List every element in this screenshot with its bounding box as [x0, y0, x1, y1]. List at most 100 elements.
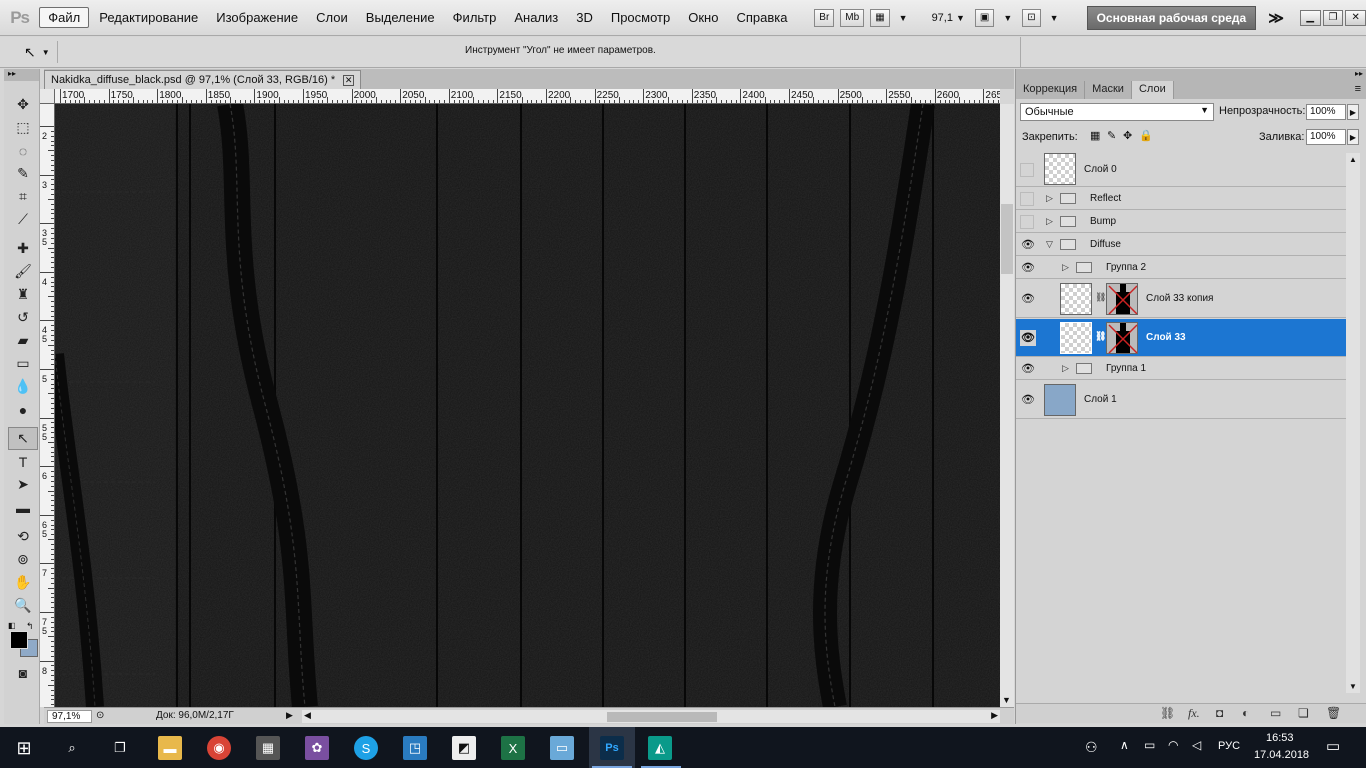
layer-group-row[interactable]: 👁 ▷ Группа 1: [1016, 358, 1346, 380]
close-icon[interactable]: ✕: [1345, 9, 1366, 26]
layer-row-selected[interactable]: 👁 ⛓ Слой 33: [1016, 319, 1346, 357]
task-view-icon[interactable]: ❐: [108, 736, 132, 760]
chevron-right-icon[interactable]: ▶: [1347, 129, 1359, 145]
crop-tool-icon[interactable]: ⌗: [8, 185, 38, 208]
eyedropper-icon[interactable]: ⟋: [8, 208, 38, 231]
eraser-icon[interactable]: ▰: [8, 329, 38, 352]
mini-bridge-button[interactable]: Mb: [840, 8, 865, 27]
lasso-tool-icon[interactable]: ◌: [8, 139, 38, 162]
zoom-level[interactable]: 97,1: [932, 12, 953, 24]
zoom-field[interactable]: 97,1%: [47, 710, 92, 723]
clock-date[interactable]: 17.04.2018: [1254, 749, 1309, 761]
panel-collapse[interactable]: ▸▸: [1016, 69, 1366, 81]
visibility-toggle[interactable]: [1020, 214, 1034, 229]
volume-icon[interactable]: ◁: [1192, 738, 1201, 752]
tools-panel-collapse[interactable]: ▸▸: [4, 69, 39, 81]
hand-tool-icon[interactable]: ✋: [8, 571, 38, 594]
path-selection-icon[interactable]: ➤: [8, 473, 38, 496]
layer-group-row[interactable]: 👁 ▽ Diffuse: [1016, 234, 1346, 256]
arrange-documents-icon[interactable]: ▣: [974, 8, 995, 27]
screen-mode-icon[interactable]: ⊡: [1022, 8, 1041, 27]
menu-view[interactable]: Просмотр: [603, 8, 678, 27]
eye-icon[interactable]: 👁: [1020, 260, 1036, 276]
language-indicator[interactable]: РУС: [1218, 740, 1240, 752]
chevron-right-icon[interactable]: ▷: [1062, 262, 1069, 273]
document-tab[interactable]: Nakidka_diffuse_black.psd @ 97,1% (Слой …: [44, 70, 362, 89]
chevron-right-icon[interactable]: ▶: [1347, 104, 1359, 120]
quick-mask-icon[interactable]: ◙: [8, 661, 38, 684]
menu-layers[interactable]: Слои: [308, 8, 356, 27]
close-icon[interactable]: ✕: [343, 74, 355, 86]
workspace-button[interactable]: Основная рабочая среда: [1086, 5, 1257, 30]
clone-stamp-icon[interactable]: ♜: [8, 283, 38, 306]
eye-icon[interactable]: 👁: [1020, 361, 1036, 377]
direct-selection-icon[interactable]: ↖: [8, 427, 38, 450]
mask-thumbnail[interactable]: [1106, 283, 1138, 315]
image-canvas[interactable]: [55, 104, 1000, 707]
lock-all-icon[interactable]: 🔒: [1139, 129, 1153, 142]
fill-input[interactable]: 100%: [1306, 129, 1346, 145]
chevron-down-icon[interactable]: ▼: [899, 13, 908, 23]
menu-help[interactable]: Справка: [728, 8, 795, 27]
double-chevron-icon[interactable]: ≫: [1268, 9, 1284, 27]
photos-icon[interactable]: ▭: [550, 736, 574, 760]
chevron-right-icon[interactable]: ▷: [1062, 363, 1069, 374]
notifications-icon[interactable]: ▭: [1326, 737, 1340, 755]
tab-masks[interactable]: Маски: [1085, 81, 1132, 99]
chevron-right-icon[interactable]: ▶: [286, 710, 293, 721]
new-group-icon[interactable]: ▭: [1270, 706, 1281, 720]
chevron-up-icon[interactable]: ∧: [1120, 738, 1129, 752]
gradient-tool-icon[interactable]: ▭: [8, 352, 38, 375]
default-colors-icon[interactable]: ◧: [8, 621, 16, 630]
menu-3d[interactable]: 3D: [568, 8, 601, 27]
tab-layers[interactable]: Слои: [1131, 81, 1174, 99]
trash-icon[interactable]: 🗑: [1326, 706, 1341, 720]
move-tool-icon[interactable]: ✥: [8, 93, 38, 116]
tab-adjustments[interactable]: Коррекция: [1016, 81, 1086, 99]
eye-icon[interactable]: 👁: [1020, 329, 1036, 346]
panel-menu-icon[interactable]: ≡: [1349, 81, 1366, 99]
lock-pixels-icon[interactable]: ✎: [1107, 129, 1116, 142]
scroll-thumb[interactable]: [1001, 204, 1013, 274]
chevron-down-icon[interactable]: ▼: [1003, 13, 1012, 23]
color-swatches[interactable]: ◧ ↰: [8, 621, 38, 661]
eye-icon[interactable]: 👁: [1020, 291, 1036, 307]
paint-icon[interactable]: ✿: [305, 736, 329, 760]
add-mask-icon[interactable]: ◘: [1216, 706, 1223, 720]
layer-row[interactable]: 👁 ⛓ Слой 33 копия: [1016, 280, 1346, 318]
lock-transparency-icon[interactable]: ▦: [1090, 129, 1100, 142]
3ds-max-icon[interactable]: ◭: [648, 736, 672, 760]
zoom-tool-icon[interactable]: 🔍: [8, 594, 38, 617]
visibility-toggle[interactable]: [1020, 191, 1034, 206]
chrome-icon[interactable]: ◉: [207, 736, 231, 760]
chevron-right-icon[interactable]: ▶: [991, 710, 998, 721]
battery-icon[interactable]: ▭: [1144, 738, 1155, 752]
layers-scrollbar[interactable]: ▲ ▼: [1346, 153, 1360, 693]
chevron-right-icon[interactable]: ▷: [1046, 193, 1053, 204]
layer-group-row[interactable]: ▷ Bump: [1016, 211, 1346, 233]
blur-tool-icon[interactable]: 💧: [8, 375, 38, 398]
marquee-tool-icon[interactable]: ⬚: [8, 116, 38, 139]
chevron-down-icon[interactable]: ▼: [1349, 682, 1357, 691]
rectangle-tool-icon[interactable]: ▬: [8, 496, 38, 519]
layer-row[interactable]: Слой 0: [1016, 153, 1346, 187]
3d-rotate-icon[interactable]: ⟲: [8, 525, 38, 548]
blend-mode-select[interactable]: Обычные ▼: [1020, 103, 1214, 121]
link-layers-icon[interactable]: ⛓: [1160, 706, 1175, 720]
lock-position-icon[interactable]: ✥: [1123, 129, 1132, 142]
status-menu-icon[interactable]: ⊙: [96, 710, 104, 721]
3d-orbit-icon[interactable]: ⊚: [8, 548, 38, 571]
opacity-input[interactable]: 100%: [1306, 104, 1346, 120]
quick-selection-icon[interactable]: ✎: [8, 162, 38, 185]
chevron-down-icon[interactable]: ▼: [1050, 13, 1059, 23]
eye-icon[interactable]: 👁: [1020, 392, 1036, 408]
contacts-icon[interactable]: ◳: [403, 736, 427, 760]
chevron-down-icon[interactable]: ▽: [1046, 239, 1053, 250]
layer-row[interactable]: 👁 Слой 1: [1016, 381, 1346, 419]
calculator-icon[interactable]: ▦: [256, 736, 280, 760]
menu-image[interactable]: Изображение: [208, 8, 306, 27]
layer-group-row[interactable]: 👁 ▷ Группа 2: [1016, 257, 1346, 279]
menu-analysis[interactable]: Анализ: [506, 8, 566, 27]
menu-file[interactable]: Файл: [39, 7, 90, 28]
layer-group-row[interactable]: ▷ Reflect: [1016, 188, 1346, 210]
